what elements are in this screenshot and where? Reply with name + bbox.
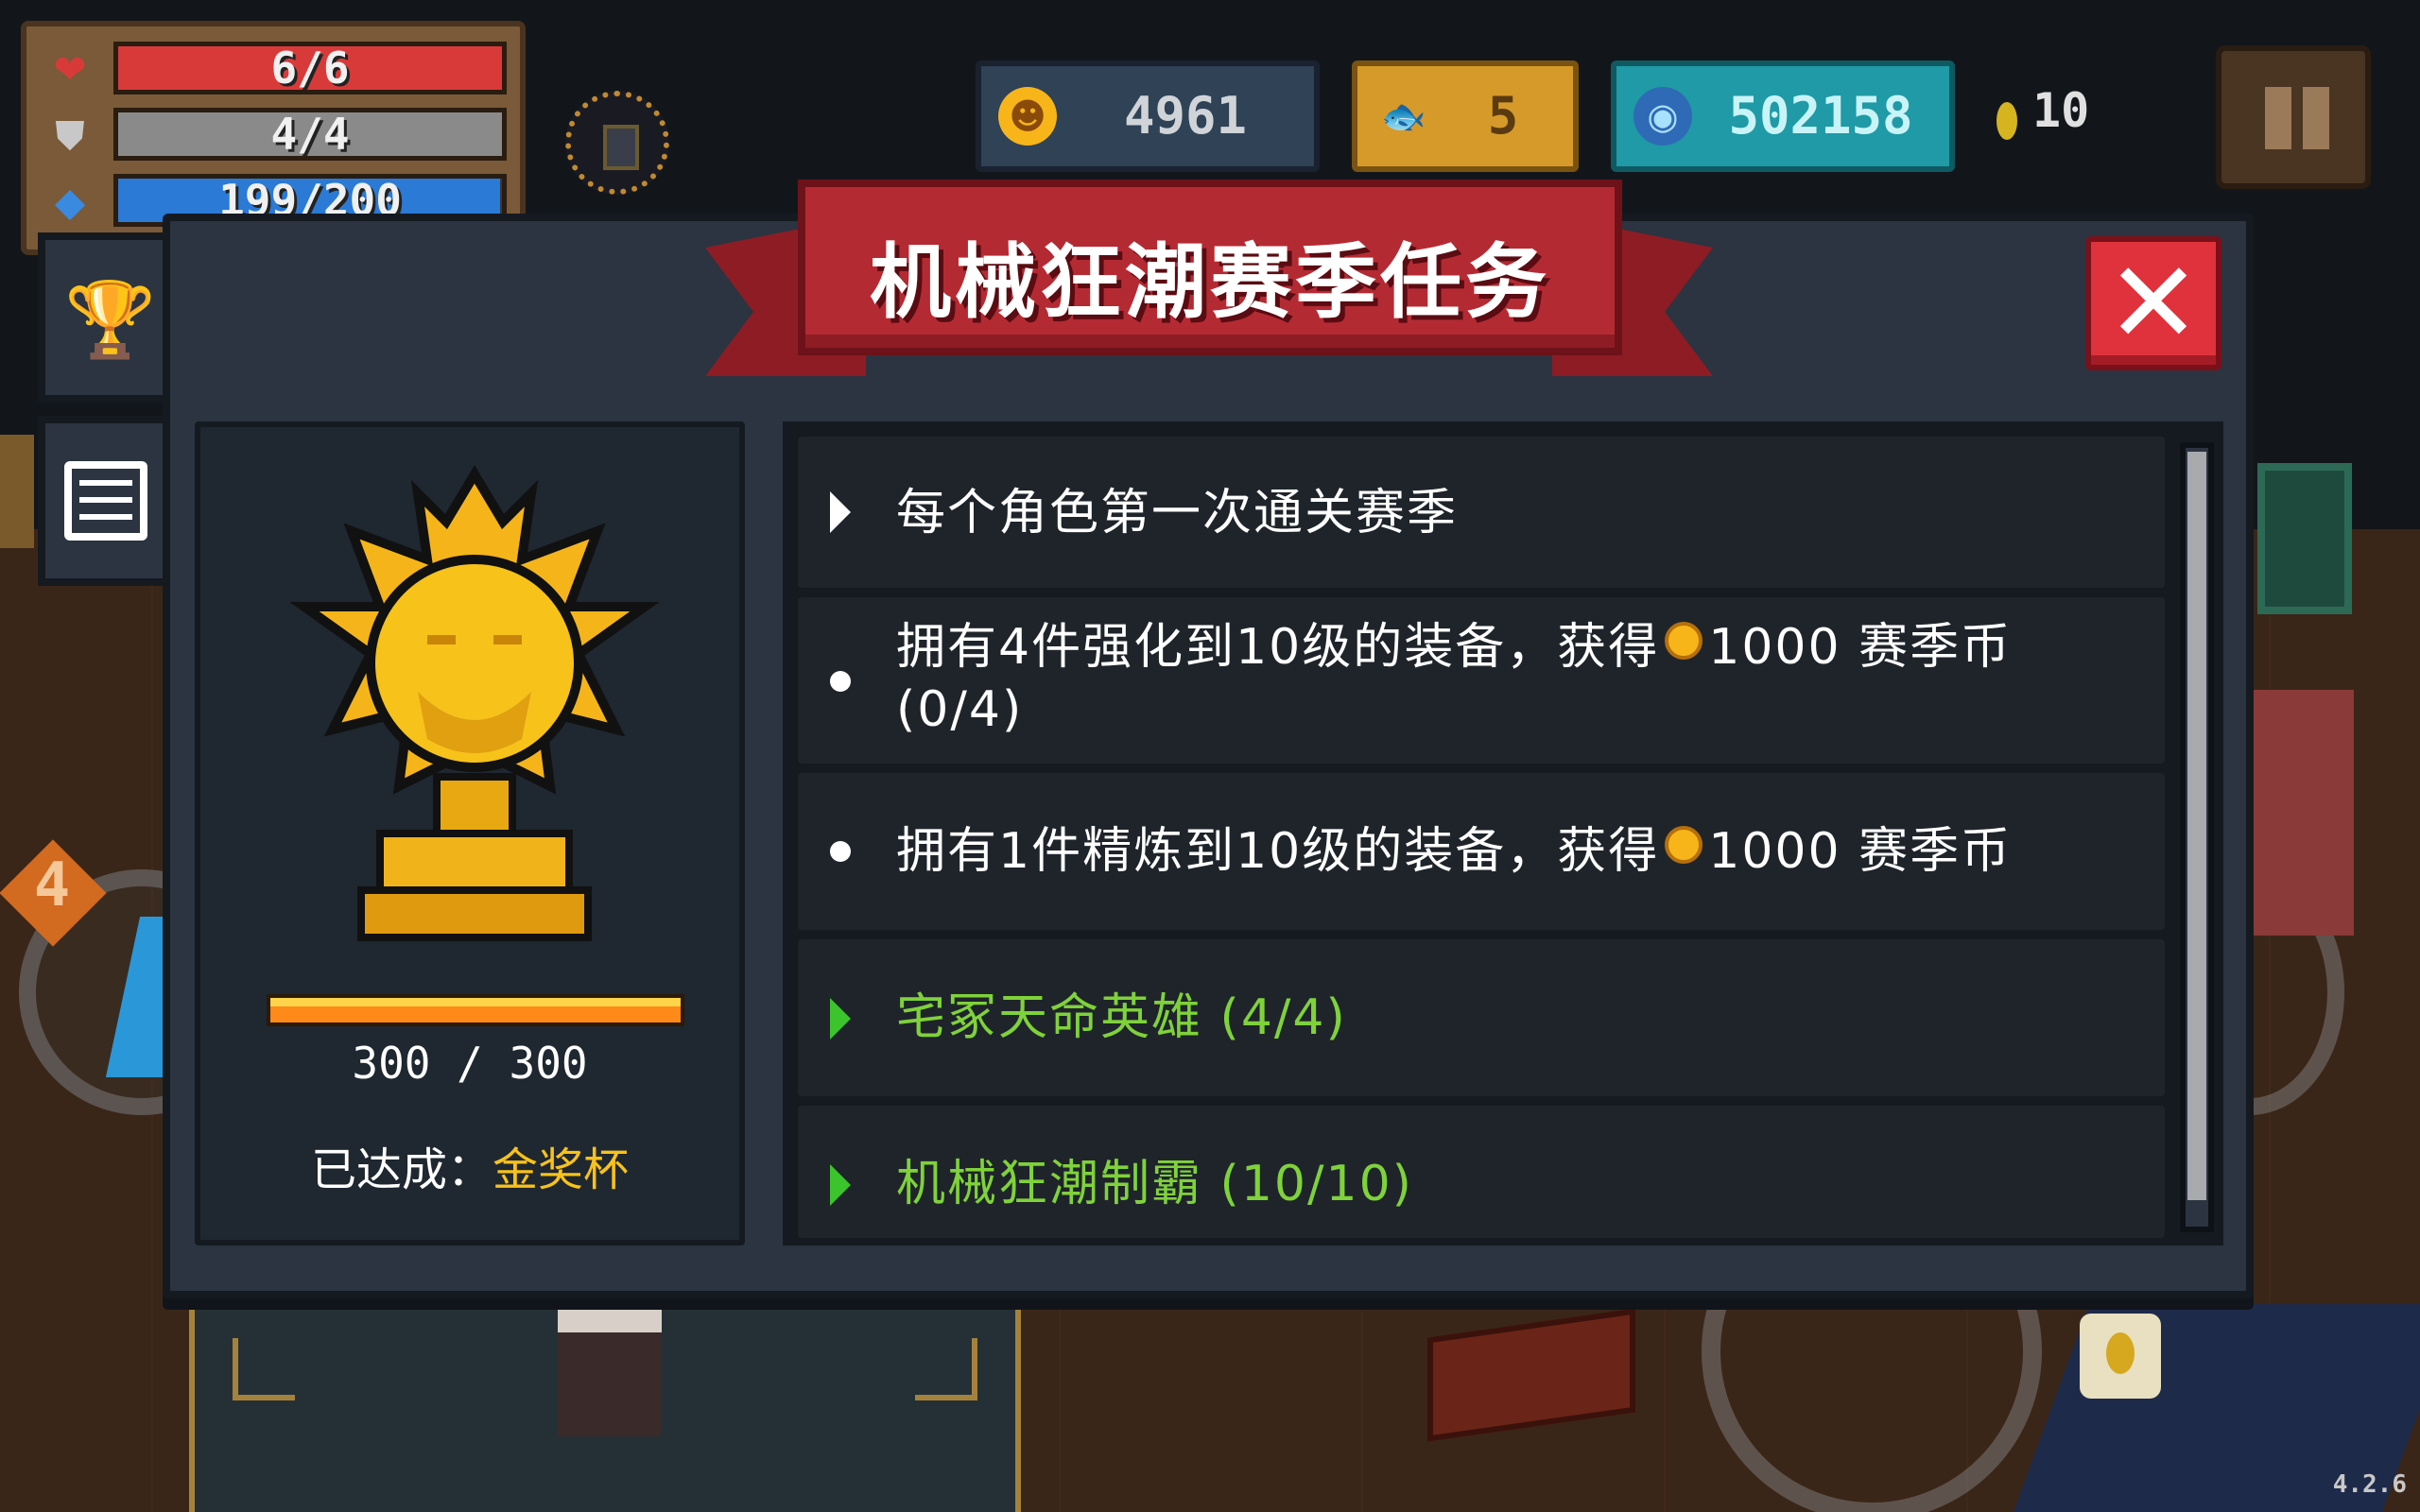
expand-arrow-icon [830,491,851,533]
bullet-icon [830,671,851,692]
season-coin-icon: ☻ [998,87,1057,146]
tab-list[interactable] [38,416,166,586]
season-coin-counter: ☻ 4961 [976,60,1320,172]
trophy-progress-bar [267,994,684,1026]
health-row: ❤ 6/6 [42,42,524,96]
expand-arrow-icon [830,1164,851,1206]
tab-trophy[interactable]: 🏆 [38,232,166,403]
task-group-header[interactable]: 每个角色第一次通关赛季 [798,437,2165,588]
pet-companion-icon[interactable] [565,91,669,195]
pause-button[interactable] [2216,45,2371,189]
season-coin-value: 4961 [1123,86,1248,146]
achieved-value: 金奖杯 [493,1143,630,1196]
level-badge: 4 [33,850,71,920]
npc-character [558,1295,662,1436]
small-gem-value: 10 [2032,83,2090,138]
gold-trophy-icon [285,465,664,956]
task-group-header[interactable]: 宅冢天命英雄 (4/4) [798,939,2165,1096]
achieved-line: 已达成：金奖杯 [200,1132,739,1198]
season-coin-icon [1665,622,1703,660]
trophy-icon: 🏆 [64,278,157,363]
armor-value: 4/4 [270,109,350,160]
expand-arrow-icon [830,998,851,1040]
armor-row: ⛊ 4/4 [42,108,524,163]
bullet-icon [830,841,851,862]
task-list-panel: 每个角色第一次通关赛季 拥有4件强化到10级的装备，获得 1000 赛季币 (0/… [783,421,2223,1246]
gem-counter: ◉ 502158 [1611,60,1955,172]
chest [0,435,34,548]
egg-item-icon[interactable] [2080,1314,2161,1399]
health-bar: 6/6 [113,42,507,94]
scroll-thumb[interactable] [2187,452,2206,1200]
trophy-panel: 300 / 300 已达成：金奖杯 [195,421,745,1246]
list-icon [64,461,147,541]
version-label: 4.2.6 [2332,1470,2407,1499]
title-ribbon: 机械狂潮赛季任务 [798,180,1622,355]
task-description: 拥有4件强化到10级的装备，获得 1000 赛季币 (0/4) [896,619,2013,738]
task-group-header[interactable]: 机械狂潮制霸 (10/10) [798,1106,2165,1238]
task-scrollbar[interactable] [2180,442,2214,1232]
trophy-progress-text: 300 / 300 [352,1038,588,1089]
task-item: 拥有1件精炼到10级的装备，获得 1000 赛季币 [798,773,2165,930]
close-icon: ✕ [2105,238,2202,369]
health-value: 6/6 [270,43,350,94]
task-group-label: 机械狂潮制霸 (10/10) [896,1156,1413,1212]
heart-icon: ❤ [53,46,87,93]
small-gem-icon [1996,102,2017,140]
shield-icon: ⛊ [55,112,85,159]
achieved-label: 已达成： [310,1143,493,1196]
green-machine [2257,463,2352,614]
armor-bar: 4/4 [113,108,507,161]
season-coin-icon [1665,826,1703,864]
modal-title: 机械狂潮赛季任务 [870,235,1550,330]
gem-value: 502158 [1728,86,1913,146]
task-item: 拥有4件强化到10级的装备，获得 1000 赛季币 (0/4) [798,597,2165,764]
task-description: 拥有1件精炼到10级的装备，获得 1000 赛季币 [896,823,2013,880]
fish-counter: 🐟 5 [1352,60,1579,172]
trophy-progress-fill [270,998,681,1022]
fish-value: 5 [1487,86,1519,146]
task-group-label: 宅冢天命英雄 (4/4) [896,989,1347,1046]
close-button[interactable]: ✕ [2085,236,2221,370]
gem-icon: ◉ [1634,87,1692,146]
energy-diamond-icon: ◆ [54,179,86,225]
fish-icon: 🐟 [1381,95,1426,137]
task-progress: (0/4) [896,681,1024,738]
npc-character-right [2250,690,2354,936]
task-group-label: 每个角色第一次通关赛季 [896,485,1459,541]
